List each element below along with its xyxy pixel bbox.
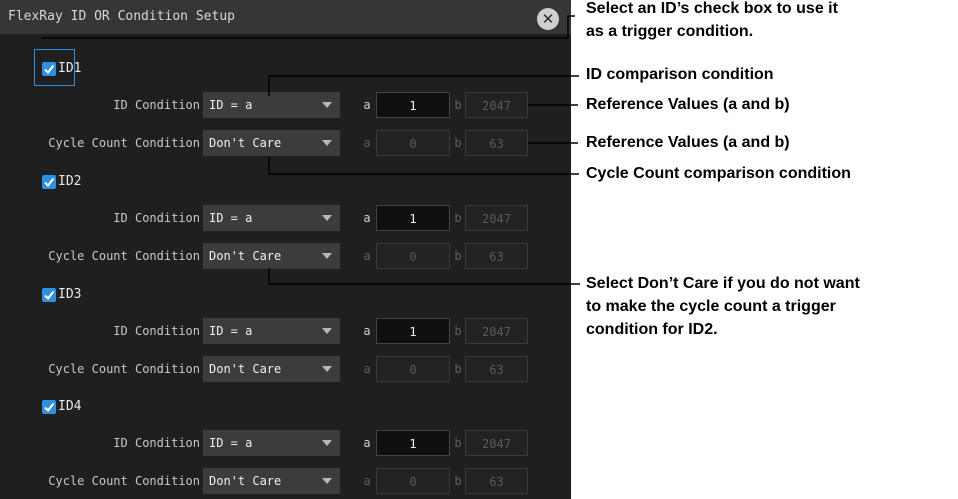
- callout-checkbox-line2: as a trigger condition.: [586, 23, 754, 40]
- callout-ref-values-id: Reference Values (a and b): [586, 96, 790, 113]
- callout-leader-lines: [41, 15, 580, 285]
- callout-dont-care-line1: Select Don’t Care if you do not want: [586, 275, 860, 292]
- callout-id-comparison: ID comparison condition: [586, 66, 774, 83]
- leader-dont-care: [268, 268, 580, 285]
- leader-checkbox: [41, 15, 575, 39]
- callout-checkbox-line1: Select an ID’s check box to use it: [586, 0, 838, 17]
- leader-id-comparison: [268, 75, 579, 96]
- callout-cycle-comparison: Cycle Count comparison condition: [586, 165, 851, 182]
- callout-dont-care-line3: condition for ID2.: [586, 321, 718, 338]
- callout-ref-values-cycle: Reference Values (a and b): [586, 134, 790, 151]
- callout-dont-care-line2: to make the cycle count a trigger: [586, 298, 836, 315]
- leader-cycle-comparison: [268, 157, 579, 175]
